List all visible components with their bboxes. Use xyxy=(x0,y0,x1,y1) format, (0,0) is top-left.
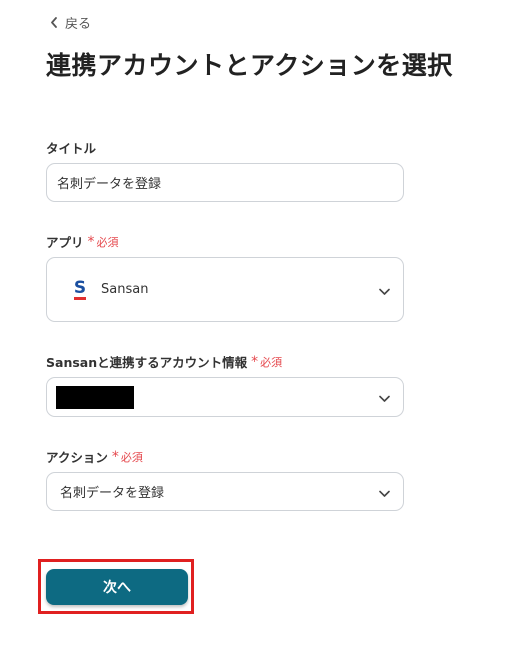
title-input[interactable]: 名刺データを登録 xyxy=(46,163,404,202)
app-select[interactable]: S Sansan xyxy=(46,257,404,322)
account-label-text: Sansanと連携するアカウント情報 xyxy=(46,355,248,370)
next-button-highlight: 次へ xyxy=(38,559,194,614)
chevron-down-icon xyxy=(379,482,390,501)
app-select-value: Sansan xyxy=(101,282,149,297)
required-badge: * 必須 xyxy=(87,233,119,250)
next-button[interactable]: 次へ xyxy=(46,569,188,605)
title-input-value: 名刺データを登録 xyxy=(57,177,162,192)
page-title: 連携アカウントとアクションを選択 xyxy=(46,51,453,80)
title-field-label: タイトル xyxy=(46,138,96,157)
svg-text:S: S xyxy=(74,278,86,298)
action-select-value: 名刺データを登録 xyxy=(60,486,165,501)
account-field-label: Sansanと連携するアカウント情報 * 必須 xyxy=(46,352,282,371)
action-label-text: アクション xyxy=(46,450,108,465)
action-select[interactable]: 名刺データを登録 xyxy=(46,472,404,511)
app-label-text: アプリ xyxy=(46,235,84,250)
chevron-left-icon xyxy=(50,17,58,28)
redacted-account-value xyxy=(56,385,134,409)
title-label-text: タイトル xyxy=(46,141,97,156)
chevron-down-icon xyxy=(379,280,390,299)
sansan-logo-icon: S xyxy=(73,278,87,302)
back-label: 戻る xyxy=(65,17,92,32)
back-link[interactable]: 戻る xyxy=(50,13,91,32)
required-badge: * 必須 xyxy=(111,448,143,465)
required-badge: * 必須 xyxy=(251,353,283,370)
action-field-label: アクション * 必須 xyxy=(46,447,143,466)
account-select[interactable] xyxy=(46,377,404,417)
app-field-label: アプリ * 必須 xyxy=(46,232,119,251)
chevron-down-icon xyxy=(379,388,390,407)
